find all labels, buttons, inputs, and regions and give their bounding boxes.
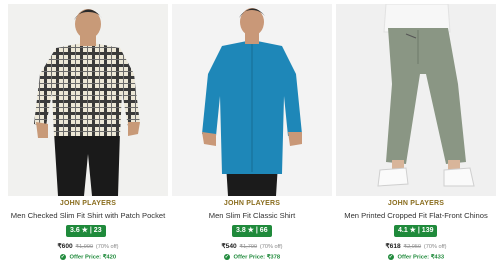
rating-badge: 3.6 ★ | 23 bbox=[66, 225, 106, 237]
offer-price: Offer Price: ₹433 bbox=[397, 254, 445, 261]
original-price: ₹2,059 bbox=[403, 244, 422, 250]
rating-badge: 3.8 ★ | 66 bbox=[232, 225, 272, 237]
offer-price: Offer Price: ₹378 bbox=[233, 254, 281, 261]
product-image[interactable] bbox=[336, 4, 496, 196]
product-brand: JOHN PLAYERS bbox=[59, 200, 117, 207]
product-grid: JOHN PLAYERS Men Checked Slim Fit Shirt … bbox=[0, 0, 500, 269]
original-price: ₹1,999 bbox=[75, 244, 94, 250]
selling-price: ₹600 bbox=[57, 243, 73, 250]
selling-price: ₹540 bbox=[221, 243, 237, 250]
product-brand: JOHN PLAYERS bbox=[387, 200, 445, 207]
product-brand: JOHN PLAYERS bbox=[223, 200, 281, 207]
product-title[interactable]: Men Slim Fit Classic Shirt bbox=[166, 211, 338, 220]
original-price: ₹1,799 bbox=[239, 244, 258, 250]
product-title[interactable]: Men Checked Slim Fit Shirt with Patch Po… bbox=[2, 211, 174, 220]
product-photo-checked-shirt bbox=[8, 4, 168, 196]
offer-price-row: ✓ Offer Price: ₹433 bbox=[336, 254, 496, 261]
discount-label: (70% off) bbox=[95, 244, 119, 250]
rating-badge: 4.1 ★ | 139 bbox=[394, 225, 438, 237]
discount-label: (70% off) bbox=[259, 244, 283, 250]
product-title[interactable]: Men Printed Cropped Fit Flat-Front Chino… bbox=[330, 211, 500, 220]
product-card-classic-shirt[interactable]: JOHN PLAYERS Men Slim Fit Classic Shirt … bbox=[172, 0, 332, 269]
offer-price: Offer Price: ₹420 bbox=[69, 254, 117, 261]
product-image[interactable] bbox=[172, 4, 332, 196]
check-circle-icon: ✓ bbox=[387, 254, 394, 260]
product-card-cropped-chinos[interactable]: JOHN PLAYERS Men Printed Cropped Fit Fla… bbox=[336, 0, 496, 269]
check-circle-icon: ✓ bbox=[223, 254, 230, 260]
price-row: ₹618 ₹2,059 (70% off) bbox=[336, 242, 496, 250]
offer-price-row: ✓ Offer Price: ₹420 bbox=[8, 254, 168, 261]
price-row: ₹540 ₹1,799 (70% off) bbox=[172, 242, 332, 250]
price-row: ₹600 ₹1,999 (70% off) bbox=[8, 242, 168, 250]
check-circle-icon: ✓ bbox=[59, 254, 66, 260]
product-photo-classic-shirt bbox=[172, 4, 332, 196]
selling-price: ₹618 bbox=[385, 243, 401, 250]
product-image[interactable] bbox=[8, 4, 168, 196]
discount-label: (70% off) bbox=[423, 244, 447, 250]
offer-price-row: ✓ Offer Price: ₹378 bbox=[172, 254, 332, 261]
product-photo-cropped-chinos bbox=[336, 4, 496, 196]
product-card-checked-shirt[interactable]: JOHN PLAYERS Men Checked Slim Fit Shirt … bbox=[8, 0, 168, 269]
